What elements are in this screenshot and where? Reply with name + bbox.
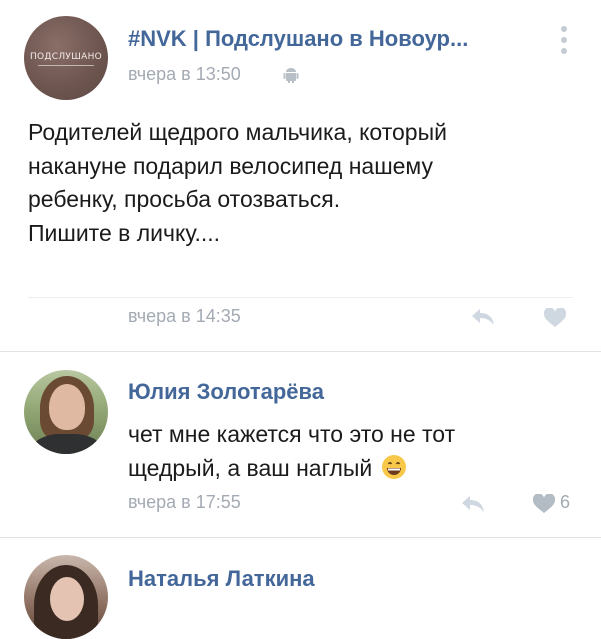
post-text-line: ребенку, просьба отозваться. xyxy=(28,186,341,212)
post: ПОДСЛУШАНО #NVK | Подслушано в Новоур...… xyxy=(0,0,601,350)
group-avatar-text: ПОДСЛУШАНО xyxy=(24,52,108,66)
post-text-line: Пишите в личку.... xyxy=(28,219,221,246)
group-name[interactable]: #NVK | Подслушано в Новоур... xyxy=(128,26,468,52)
divider xyxy=(0,537,601,538)
avatar-face xyxy=(49,384,85,430)
comment-author[interactable]: Юлия Золотарёва xyxy=(128,379,324,405)
divider xyxy=(0,351,601,352)
post-time: вчера в 13:50 xyxy=(128,64,241,84)
comment-time: вчера в 17:55 xyxy=(128,492,241,512)
avatar-face xyxy=(50,577,84,621)
avatar[interactable] xyxy=(24,370,108,454)
avatar[interactable] xyxy=(24,555,108,639)
divider xyxy=(28,297,573,298)
group-avatar[interactable]: ПОДСЛУШАНО xyxy=(24,16,108,100)
post-text-line: Родителей щедрого мальчика, который xyxy=(28,119,447,145)
heart-icon[interactable] xyxy=(532,494,556,514)
comment-text-line-with-emoji: щедрый, а ваш наглый xyxy=(128,451,588,485)
grinning-face-emoji xyxy=(381,455,406,479)
comment-author[interactable]: Наталья Латкина xyxy=(128,566,315,592)
heart-icon[interactable] xyxy=(543,308,567,328)
more-icon[interactable] xyxy=(557,24,571,56)
android-icon xyxy=(283,68,299,83)
avatar-shirt xyxy=(32,434,102,454)
like-count: 6 xyxy=(560,492,571,512)
comment-text-line: чет мне кажется что это не тот xyxy=(128,421,456,447)
post-footer-time: вчера в 14:35 xyxy=(128,306,241,326)
comment-text: чет мне кажется что это не тот щедрый, а… xyxy=(128,417,588,485)
post-text: Родителей щедрого мальчика, который нака… xyxy=(28,116,588,250)
reply-icon[interactable] xyxy=(460,494,486,514)
comment-text-line: щедрый, а ваш наглый xyxy=(128,455,373,481)
reply-icon[interactable] xyxy=(470,307,496,327)
post-text-line: накануне подарил велосипед нашему xyxy=(28,152,434,179)
